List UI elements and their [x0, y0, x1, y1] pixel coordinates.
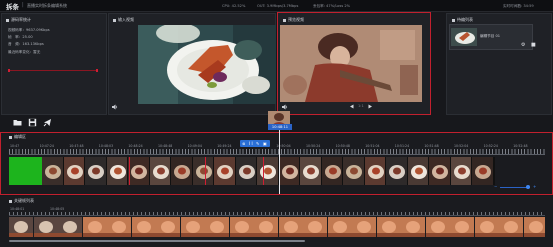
- timeline-tick-label: 10:47:48: [69, 144, 84, 148]
- playhead-time[interactable]: 10:48:11: [268, 124, 292, 130]
- input-volume-icon[interactable]: [112, 104, 118, 110]
- timeline-tick-label: 10:48:03: [98, 144, 114, 148]
- keyframe-panel-title: 关键帧列表: [9, 198, 34, 204]
- prev-frame-icon[interactable]: [349, 104, 354, 109]
- timeline-ruler-baseline: [9, 154, 545, 155]
- playhead-thumbnail: [268, 111, 290, 125]
- keyframe-ruler-baseline: [9, 215, 545, 216]
- cpu-status: CPU: 42.52%: [222, 3, 246, 8]
- clip-boundary-marker[interactable]: [205, 157, 206, 185]
- keyframe-tick-label: 10:48:05: [50, 207, 65, 211]
- timeline-clip[interactable]: [192, 157, 214, 185]
- timeline-tick-label: 10:50:48: [335, 144, 350, 148]
- save-icon[interactable]: [28, 118, 37, 127]
- timeline-tick-label: 10:51:48: [424, 144, 439, 148]
- time-status: 实时时间戳: 34:59: [503, 3, 534, 8]
- zoom-in-icon[interactable]: +: [533, 184, 536, 189]
- timeline-clip[interactable]: [85, 157, 107, 185]
- gear-icon[interactable]: ⚙: [521, 42, 525, 48]
- timeline-clip[interactable]: [407, 157, 429, 185]
- timeline-clip[interactable]: [63, 157, 85, 185]
- timeline-clip[interactable]: [171, 157, 193, 185]
- folder-icon[interactable]: [13, 118, 22, 127]
- clip-boundary-marker[interactable]: [129, 157, 130, 185]
- keyframe-scrollbar[interactable]: [9, 240, 305, 242]
- preview-video-frame[interactable]: [280, 25, 422, 102]
- edit-track-title: 编辑区: [9, 134, 26, 140]
- keyframe-tick-label: 10:48:01: [10, 207, 25, 211]
- clip-split-button[interactable]: I I: [249, 141, 253, 146]
- timeline-clip[interactable]: [128, 157, 150, 185]
- playback-ratio[interactable]: 1:1: [358, 104, 364, 108]
- input-video-frame[interactable]: [138, 25, 276, 104]
- timeline-clip[interactable]: [321, 157, 343, 185]
- timeline-clip[interactable]: [493, 157, 495, 185]
- playhead-line[interactable]: [279, 130, 280, 194]
- timeline-tick-label: 10:52:24: [483, 144, 498, 148]
- publish-list-title: 待编列表: [452, 17, 473, 23]
- publish-item-name: 编辑节目 01: [480, 34, 501, 38]
- timeline-tick-label: 10:47:24: [39, 144, 54, 148]
- clip-select-button[interactable]: ▣: [263, 141, 267, 146]
- app-title: 拆条: [6, 3, 19, 11]
- stat-recent-change: 最近码率变化：暂无: [8, 50, 41, 54]
- next-frame-icon[interactable]: [368, 104, 373, 109]
- timeline-clip[interactable]: [386, 157, 408, 185]
- stats-panel-title: 源码率统计: [6, 17, 31, 23]
- timeline-tick-label: 10:52:04: [454, 144, 469, 148]
- timeline-clip[interactable]: [235, 157, 257, 185]
- timeline-clip[interactable]: [257, 157, 279, 185]
- stat-video-bitrate: 视频码率：9637.09Kbps: [8, 28, 50, 32]
- timeline-clip[interactable]: [429, 157, 451, 185]
- timeline-clip[interactable]: [42, 157, 64, 185]
- green-clip[interactable]: [9, 157, 42, 185]
- timeline-clip[interactable]: [472, 157, 494, 185]
- timeline-tick-label: 10:52:48: [513, 144, 528, 148]
- title-separator: |: [22, 2, 24, 8]
- clip-edit-button[interactable]: ✎: [256, 141, 259, 146]
- preview-volume-icon[interactable]: [282, 104, 288, 110]
- timeline-clip[interactable]: [214, 157, 236, 185]
- timeline-tick-label: 10:49:24: [217, 144, 232, 148]
- send-icon[interactable]: [43, 118, 52, 127]
- timeline-tick-label: 10:49:04: [187, 144, 202, 148]
- stat-audio-bitrate: 音 频：163.13Kbps: [8, 42, 44, 46]
- publish-item-thumbnail: [451, 28, 477, 46]
- zoom-out-icon[interactable]: −: [494, 184, 497, 189]
- input-video-title: 输入视频: [113, 17, 134, 23]
- loss-status: 丢包率: 47%/Loss 2%: [313, 3, 351, 8]
- preview-video-title: 预览视频: [283, 17, 304, 23]
- zoom-slider-knob[interactable]: [526, 185, 530, 189]
- app-subtitle: 直播实时拆条编辑系统: [27, 3, 67, 8]
- timeline-clip[interactable]: [278, 157, 300, 185]
- timeline-tick-label: 10:47: [10, 144, 20, 148]
- timeline-tick-label: 10:51:04: [365, 144, 380, 148]
- timeline-clip[interactable]: [106, 157, 128, 185]
- clip-boundary-marker[interactable]: [263, 157, 264, 185]
- timeline-clip[interactable]: [149, 157, 171, 185]
- output-status: OUT: 3.9Mbps/3.7Mbps: [257, 3, 299, 8]
- timeline-clip[interactable]: [364, 157, 386, 185]
- timeline-tick-label: 10:48:24: [128, 144, 143, 148]
- stat-framerate: 帧 率：25.00: [8, 35, 33, 39]
- timeline-clip[interactable]: [343, 157, 365, 185]
- timeline-tick-label: 10:50:24: [306, 144, 321, 148]
- timeline-tick-label: 10:48:48: [158, 144, 173, 148]
- bitrate-range-slider[interactable]: [8, 69, 98, 72]
- timeline-clip[interactable]: [300, 157, 322, 185]
- timeline-clip[interactable]: [450, 157, 472, 185]
- clip-remove-button[interactable]: ⊗: [242, 141, 245, 146]
- timeline-tick-label: 10:51:24: [394, 144, 410, 148]
- delete-icon[interactable]: ■: [531, 42, 536, 48]
